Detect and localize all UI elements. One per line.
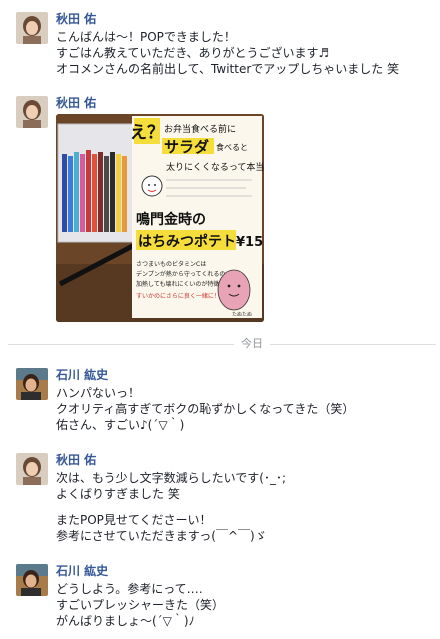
- divider-rule: [270, 344, 436, 345]
- pop-note-text: デンプンが熱から守ってくれるので: [136, 270, 231, 278]
- avatar[interactable]: [16, 368, 48, 400]
- message-group: 秋田 佑 え？ お弁当食べる前に サラダ 食べると 太りにくくなるって本当… 鳴…: [0, 96, 440, 328]
- message-text: がんばりましょ〜(´▽｀)ﾉ: [56, 614, 195, 628]
- message-text: 次は、もう少し文字数減らしたいです(･_･;: [56, 471, 287, 485]
- divider-rule: [8, 344, 234, 345]
- pop-salad-text: サラダ: [164, 138, 209, 156]
- message-text: すごいプレッシャーきた（笑）: [56, 598, 225, 612]
- avatar[interactable]: [16, 12, 48, 44]
- pop-headline-text: え？: [130, 123, 164, 143]
- pop-card-image: え？ お弁当食べる前に サラダ 食べると 太りにくくなるって本当… 鳴門金時の: [56, 114, 264, 322]
- message-text: ハンパないっ！: [56, 386, 141, 400]
- sender-name[interactable]: 石川 紘史: [56, 564, 434, 581]
- message-group: 石川 紘史 ハンパないっ！ クオリティ高すぎてボクの恥ずかしくなってきた（笑） …: [0, 368, 440, 438]
- pop-signature-text: たぬたぬ: [232, 312, 252, 318]
- message-group: 石川 紘史 どうしよう。参考にって‥‥ すごいプレッシャーきた（笑） がんばりま…: [0, 564, 440, 634]
- message-text: 佑さん、すごい♪(´▽｀): [56, 418, 185, 432]
- day-divider-label: 今日: [241, 337, 263, 350]
- pop-note-text: すいかのにさらに良く一緒に！: [136, 292, 220, 300]
- pop-price-text: ¥15: [236, 235, 263, 250]
- sender-name[interactable]: 秋田 佑: [56, 12, 434, 29]
- message-group: 秋田 佑 次は、もう少し文字数減らしたいです(･_･; よくばりすぎました 笑 …: [0, 453, 440, 553]
- pop-note-text: さつまいものビタミンCは: [136, 260, 206, 268]
- avatar-akita-image: [16, 453, 48, 485]
- avatar[interactable]: [16, 453, 48, 485]
- sender-name[interactable]: 石川 紘史: [56, 368, 434, 385]
- message-text: すごはん教えていただき、ありがとうございます♬: [56, 46, 330, 60]
- message-text: どうしよう。参考にって‥‥: [56, 582, 203, 596]
- pop-text: 太りにくくなるって本当…: [166, 161, 264, 173]
- avatar-ishikawa-image: [16, 368, 48, 400]
- message-text: オコメンさんの名前出して、Twitterでアップしちゃいました 笑: [56, 62, 400, 76]
- avatar[interactable]: [16, 96, 48, 128]
- avatar-akita-image: [16, 96, 48, 128]
- message-group: 秋田 佑 こんばんは～！POPできました！ すごはん教えていただき、ありがとうご…: [0, 12, 440, 82]
- pop-text: 食べると: [216, 142, 248, 152]
- message-text: クオリティ高すぎてボクの恥ずかしくなってきた（笑）: [56, 402, 355, 416]
- message-text: よくばりすぎました 笑: [56, 487, 180, 501]
- pop-product-text: はちみつポテト: [138, 233, 236, 250]
- message-text: 参考にさせていただきますっ(￣^￣)ゞ: [56, 529, 267, 543]
- message-text: またPOP見せてくださーい！: [56, 513, 212, 527]
- avatar[interactable]: [16, 564, 48, 596]
- sender-name[interactable]: 秋田 佑: [56, 453, 434, 470]
- pop-note-text: 加熱しても壊れにくいのが特徴: [136, 280, 219, 288]
- message-thread: 秋田 佑 こんばんは～！POPできました！ すごはん教えていただき、ありがとうご…: [0, 0, 440, 639]
- day-divider: 今日: [0, 336, 440, 352]
- shared-photo[interactable]: え？ お弁当食べる前に サラダ 食べると 太りにくくなるって本当… 鳴門金時の: [56, 114, 264, 322]
- pop-product-text: 鳴門金時の: [136, 211, 206, 228]
- sender-name[interactable]: 秋田 佑: [56, 96, 434, 113]
- avatar-akita-image: [16, 12, 48, 44]
- message-text: こんばんは～！POPできました！: [56, 30, 236, 44]
- pop-text: お弁当食べる前に: [164, 123, 236, 135]
- avatar-ishikawa-image: [16, 564, 48, 596]
